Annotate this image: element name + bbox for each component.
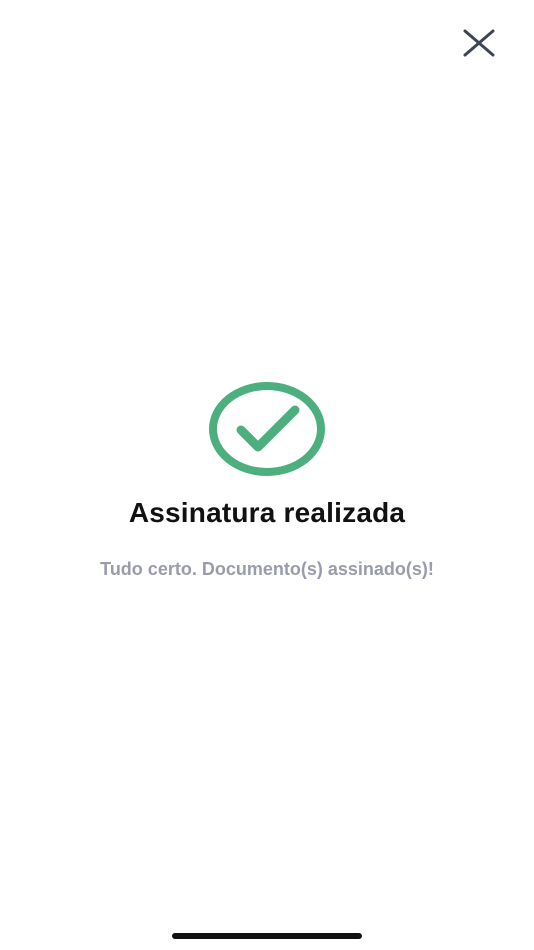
signature-success-screen: Assinatura realizada Tudo certo. Documen…: [0, 0, 534, 950]
home-indicator[interactable]: [172, 933, 362, 939]
success-title: Assinatura realizada: [128, 497, 406, 528]
check-circle-icon: [208, 381, 326, 477]
close-icon: [463, 29, 495, 57]
close-button[interactable]: [458, 24, 500, 62]
success-message: Tudo certo. Documento(s) assinado(s)!: [100, 559, 434, 579]
